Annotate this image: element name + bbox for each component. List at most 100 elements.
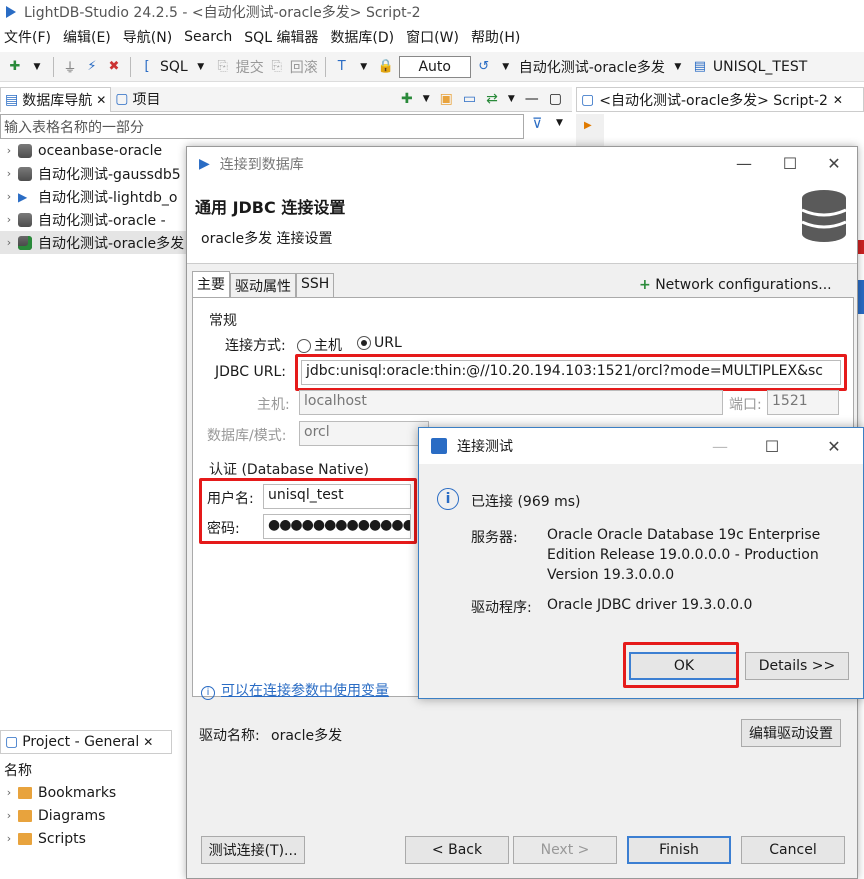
tab-ssh[interactable]: SSH — [296, 273, 335, 297]
minimize-icon[interactable]: — — [525, 91, 539, 107]
rollback-icon: ⎘ — [271, 59, 282, 74]
tab-driver-properties[interactable]: 驱动属性 — [230, 273, 296, 297]
radio-url-label: URL — [374, 335, 402, 351]
edit-driver-button[interactable]: 编辑驱动设置 — [741, 719, 841, 747]
menu-navigate[interactable]: 导航(N) — [119, 27, 180, 47]
rollback-button[interactable]: 回滚 — [290, 57, 318, 77]
sql-editor-icon[interactable]: [ — [138, 58, 156, 76]
project-item-scripts[interactable]: › Scripts — [0, 827, 86, 850]
new-connection-icon[interactable]: ✚ — [6, 58, 24, 76]
connection-item[interactable]: › oceanbase-oracle — [0, 139, 186, 162]
tab-project-general[interactable]: ▢ Project - General ✕ — [0, 730, 172, 754]
expand-icon[interactable]: › — [0, 213, 18, 226]
menu-database[interactable]: 数据库(D) — [326, 27, 402, 47]
view-menu-icon[interactable]: ▼ — [508, 94, 515, 104]
expand-icon[interactable]: › — [0, 832, 18, 845]
close-icon[interactable]: ✕ — [143, 735, 153, 749]
test-dialog-title: 连接测试 — [457, 439, 513, 455]
radio-url[interactable]: URL — [357, 335, 402, 351]
auto-commit-box[interactable]: Auto — [398, 55, 471, 78]
link-editor-icon[interactable]: ⇄ — [486, 91, 498, 107]
tab-database-navigator[interactable]: ▤ 数据库导航 ✕ — [0, 86, 112, 112]
test-connection-button[interactable]: 测试连接(T)... — [201, 836, 305, 864]
connection-item[interactable]: › 自动化测试-oracle多发 — [0, 231, 186, 254]
toolbar-divider — [53, 56, 54, 77]
maximize-button[interactable]: ☐ — [767, 147, 813, 180]
scripts-folder-icon — [18, 832, 32, 845]
minimize-button[interactable]: — — [697, 428, 743, 464]
maximize-button[interactable]: ☐ — [749, 428, 795, 464]
next-button[interactable]: Next > — [513, 836, 617, 864]
minimize-button[interactable]: — — [721, 147, 767, 180]
jdbc-url-label: JDBC URL: — [215, 364, 286, 380]
expand-icon[interactable]: › — [0, 167, 18, 180]
cancel-button[interactable]: Cancel — [741, 836, 845, 864]
expand-icon[interactable]: › — [0, 144, 18, 157]
disconnect-icon[interactable]: ✖ — [105, 58, 123, 76]
highlight-box — [199, 478, 417, 544]
host-input[interactable]: localhost — [299, 390, 723, 415]
toolbar-divider — [130, 56, 131, 77]
chevron-down-icon[interactable]: ▼ — [497, 58, 515, 76]
maximize-icon[interactable]: ▢ — [549, 91, 562, 107]
connect-icon[interactable]: ⚡ — [83, 58, 101, 76]
close-icon[interactable]: ✕ — [833, 93, 843, 107]
expand-icon[interactable]: › — [0, 236, 18, 249]
chevron-down-icon[interactable]: ▼ — [28, 58, 46, 76]
chevron-down-icon[interactable]: ▼ — [192, 58, 210, 76]
project-item-diagrams[interactable]: › Diagrams — [0, 804, 106, 827]
history-icon[interactable]: ↺ — [475, 58, 493, 76]
lock-icon[interactable]: 🔒 — [377, 58, 395, 76]
details-button[interactable]: Details >> — [745, 652, 849, 680]
active-connection-selector[interactable]: 自动化测试-oracle多发 — [519, 57, 665, 77]
radio-circle-icon — [297, 339, 311, 353]
tab-script-2[interactable]: ▢ <自动化测试-oracle多发> Script-2 ✕ — [576, 87, 864, 112]
expand-icon[interactable]: › — [0, 809, 18, 822]
finish-button[interactable]: Finish — [627, 836, 731, 864]
port-input[interactable]: 1521 — [767, 390, 839, 415]
close-icon[interactable]: ✕ — [96, 93, 106, 107]
menu-search[interactable]: Search — [180, 29, 240, 45]
menu-bar: 文件(F) 编辑(E) 导航(N) Search SQL 编辑器 数据库(D) … — [0, 24, 864, 49]
plug-icon[interactable]: ⏚ — [61, 58, 79, 76]
close-button[interactable]: ✕ — [811, 147, 857, 180]
connection-item[interactable]: › ▶ 自动化测试-lightdb_o — [0, 185, 186, 208]
expand-icon[interactable]: › — [0, 786, 18, 799]
project-item-bookmarks[interactable]: › Bookmarks — [0, 781, 116, 804]
menu-window[interactable]: 窗口(W) — [402, 27, 467, 47]
connection-label: 自动化测试-gaussdb5 — [38, 166, 181, 183]
variables-hint[interactable]: i 可以在连接参数中使用变量 — [201, 680, 389, 700]
commit-icon: ⎘ — [217, 59, 228, 74]
menu-edit[interactable]: 编辑(E) — [59, 27, 119, 47]
app-logo-icon — [6, 6, 16, 18]
tab-projects[interactable]: ▢ 项目 — [111, 87, 164, 112]
tab-main[interactable]: 主要 — [192, 271, 230, 297]
filter-icon[interactable]: ⊽ — [532, 116, 542, 132]
menu-help[interactable]: 帮助(H) — [467, 27, 528, 47]
collapse-icon[interactable]: ▭ — [463, 91, 476, 107]
connection-item[interactable]: › 自动化测试-gaussdb5 — [0, 162, 186, 185]
new-connection-icon[interactable]: ✚ — [401, 91, 413, 107]
current-line-marker-icon: ▶ — [584, 120, 592, 131]
new-folder-icon[interactable]: ▣ — [440, 91, 453, 107]
chevron-down-icon[interactable]: ▼ — [669, 58, 687, 76]
app-logo-icon: ▶ — [199, 155, 210, 172]
menu-file[interactable]: 文件(F) — [0, 27, 59, 47]
chevron-down-icon[interactable]: ▼ — [423, 94, 430, 104]
chevron-down-icon[interactable]: ▼ — [556, 118, 563, 128]
database-navigator-icon: ▤ — [5, 91, 19, 108]
chevron-down-icon[interactable]: ▼ — [355, 58, 373, 76]
expand-icon[interactable]: › — [0, 190, 18, 203]
database-input[interactable]: orcl — [299, 421, 429, 446]
transaction-mode-icon[interactable]: T — [333, 58, 351, 76]
connection-item[interactable]: › 自动化测试-oracle - — [0, 208, 186, 231]
table-filter-input[interactable]: 输入表格名称的一部分 — [0, 114, 524, 139]
network-configurations-link[interactable]: + Network configurations... — [639, 277, 832, 293]
menu-sql-editor[interactable]: SQL 编辑器 — [240, 27, 326, 47]
active-schema-selector[interactable]: UNISQL_TEST — [713, 59, 807, 75]
radio-host[interactable]: 主机 — [297, 335, 342, 355]
commit-button[interactable]: 提交 — [236, 57, 264, 77]
sql-button[interactable]: SQL — [160, 59, 188, 75]
back-button[interactable]: < Back — [405, 836, 509, 864]
close-button[interactable]: ✕ — [811, 428, 857, 464]
